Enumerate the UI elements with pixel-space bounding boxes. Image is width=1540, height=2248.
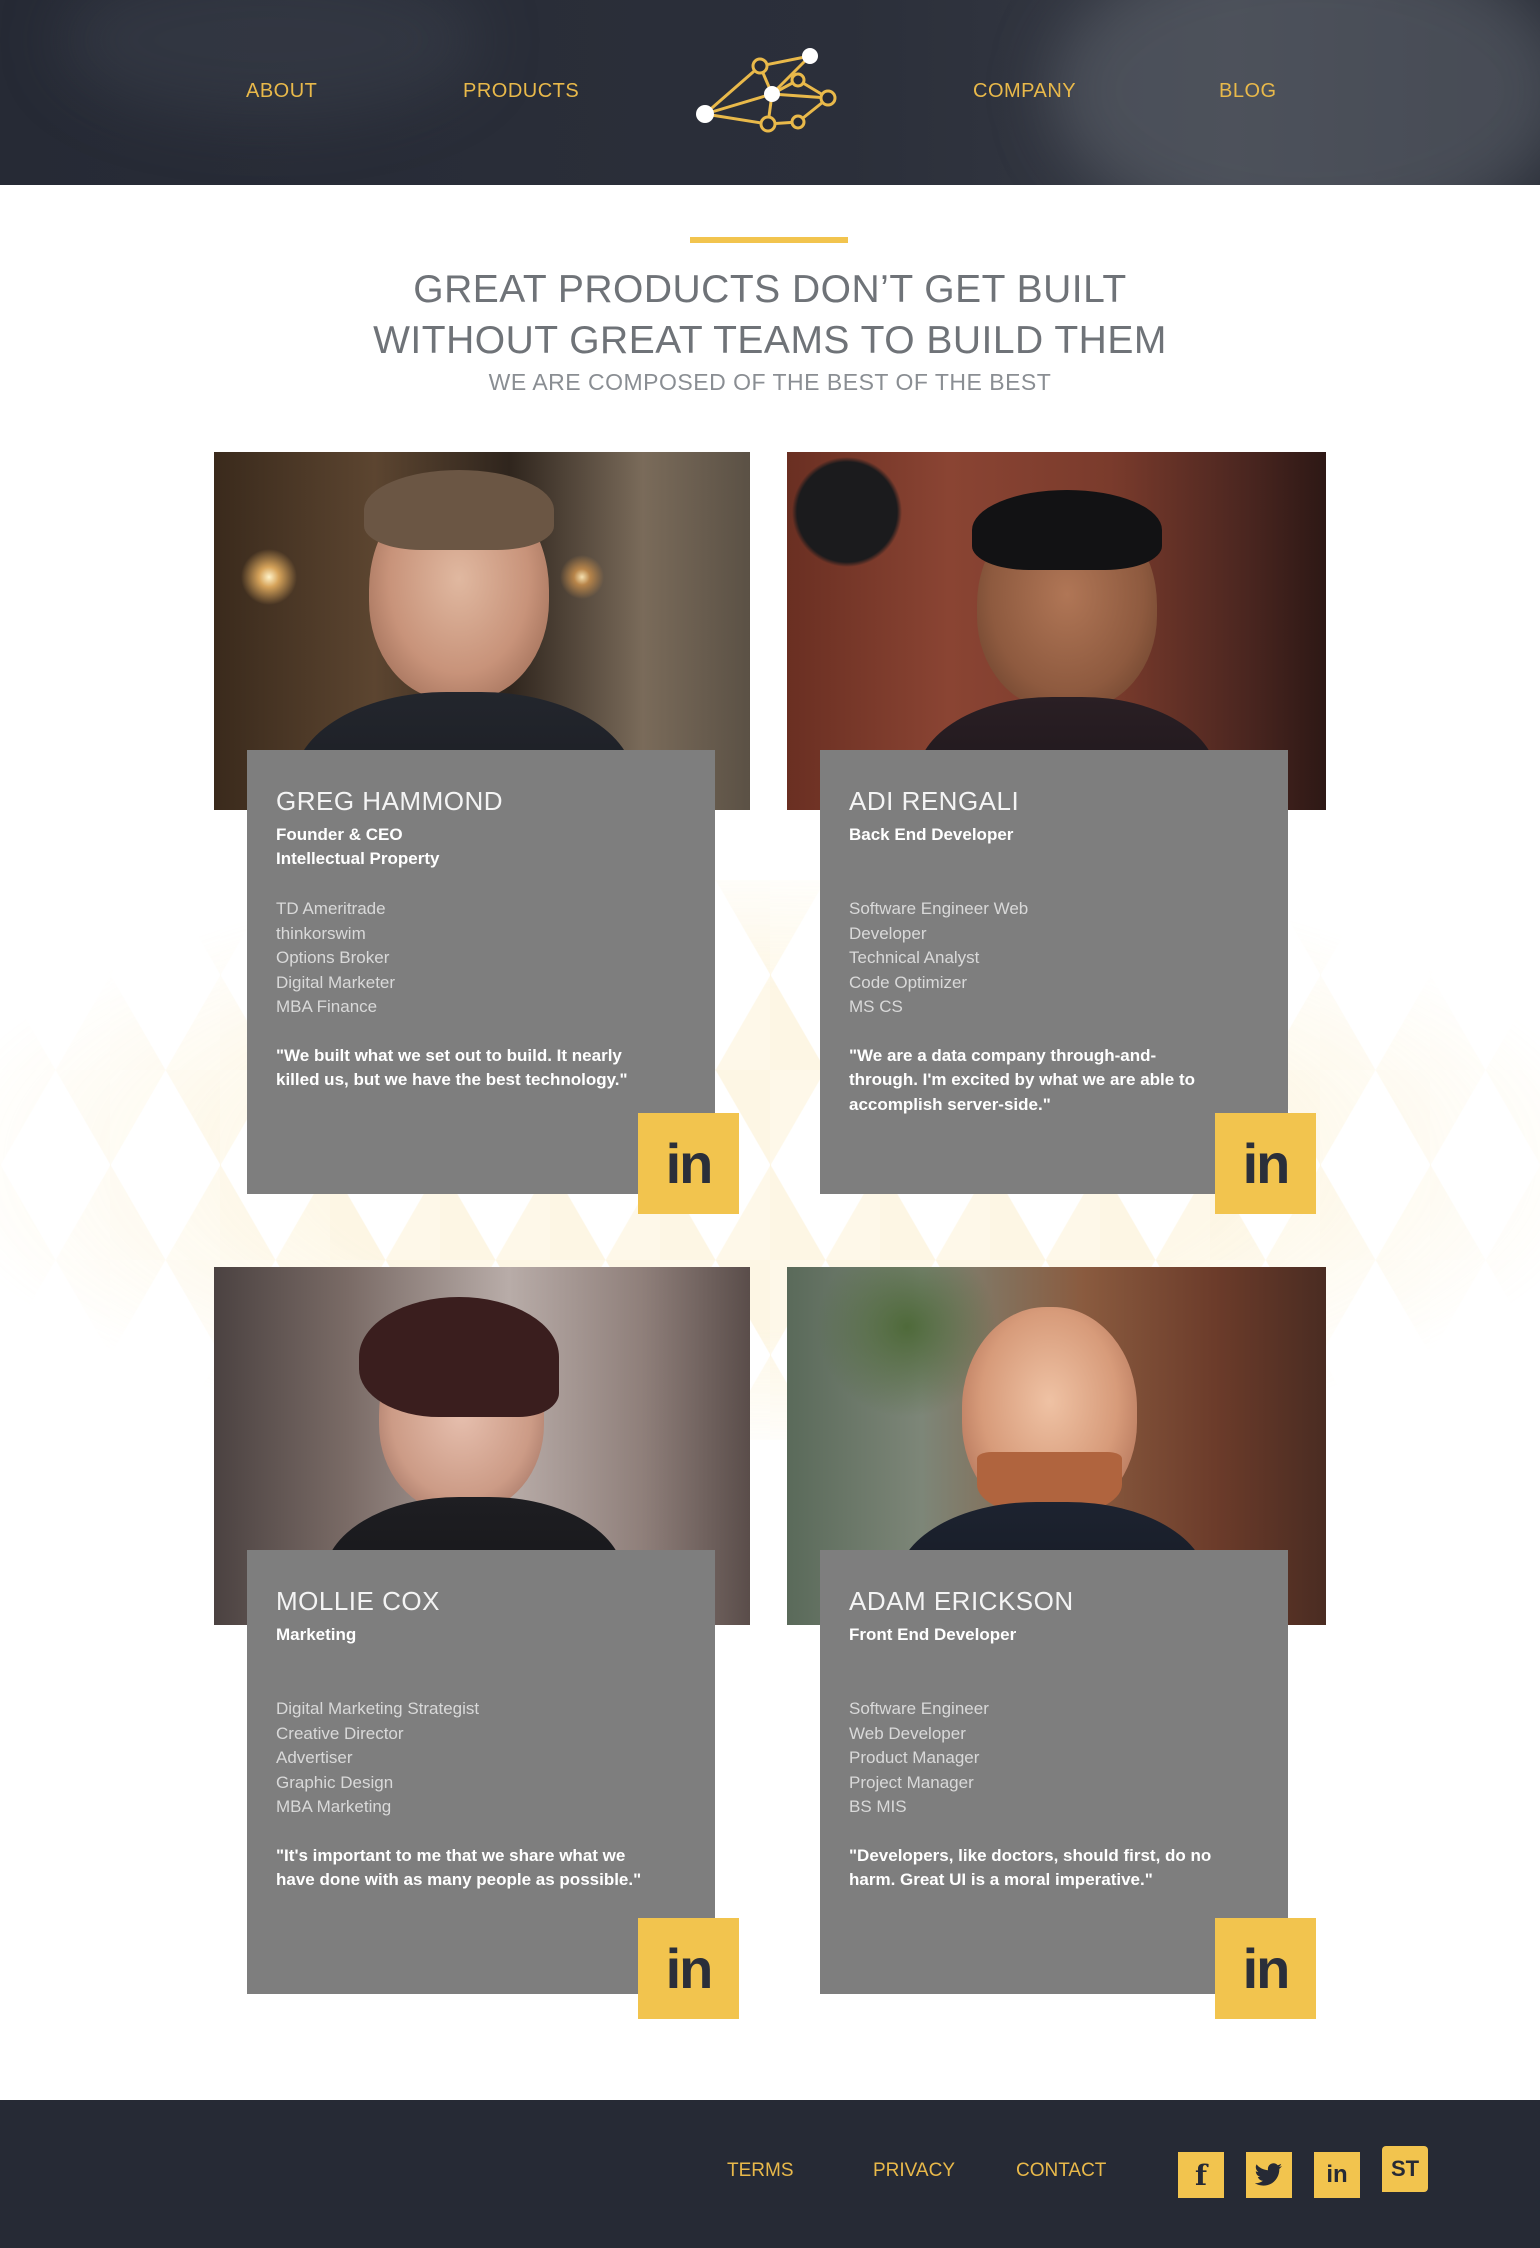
twitter-icon <box>1255 2163 1282 2186</box>
facebook-icon: f <box>1194 2158 1208 2192</box>
member-quote: "We are a data company through-and-throu… <box>849 1045 1196 1114</box>
linkedin-button-adi[interactable]: in <box>1215 1113 1316 1214</box>
site-footer: TERMS PRIVACY CONTACT f in ST <box>0 2100 1540 2248</box>
member-role: Intellectual Property <box>276 849 440 868</box>
member-role: Back End Developer <box>849 825 1014 844</box>
linkedin-icon: in <box>665 1937 714 2000</box>
credential-item: Options Broker <box>276 948 390 967</box>
member-role-spacer <box>849 1647 1260 1671</box>
accent-divider <box>690 237 848 243</box>
credential-item: MBA Marketing <box>276 1797 392 1816</box>
page-title: GREAT PRODUCTS DON’T GET BUILT WITHOUT G… <box>270 264 1270 366</box>
credential-item: Advertiser <box>276 1748 353 1767</box>
site-header: ABOUT PRODUCTS COMPANY BLOG <box>0 0 1540 185</box>
st-button[interactable]: ST <box>1382 2146 1428 2192</box>
title-line-2: WITHOUT GREAT TEAMS TO BUILD THEM <box>373 319 1167 362</box>
nav-products[interactable]: PRODUCTS <box>463 80 579 103</box>
credential-item: BS MIS <box>849 1797 907 1816</box>
linkedin-icon: in <box>1242 1132 1291 1195</box>
member-role: Marketing <box>276 1625 357 1644</box>
linkedin-button-mollie[interactable]: in <box>638 1918 739 2019</box>
linkedin-button-adam[interactable]: in <box>1215 1918 1316 2019</box>
member-quote: "It's important to me that we share what… <box>276 1845 642 1890</box>
credential-item: Web Developer <box>849 1723 966 1743</box>
member-quote: "We built what we set out to build. It n… <box>276 1045 628 1090</box>
credential-item: thinkorswim <box>276 923 366 943</box>
credential-item: MS CS <box>849 997 903 1016</box>
member-credentials: Software Engineer Web Developer Technica… <box>849 897 1260 1020</box>
member-role-spacer <box>276 1647 687 1671</box>
credential-item: Digital Marketer <box>276 972 396 992</box>
member-role: Founder & CEO <box>276 825 403 844</box>
nav-company[interactable]: COMPANY <box>973 80 1076 103</box>
network-logo-icon[interactable] <box>690 42 850 142</box>
member-name: ADI RENGALI <box>849 786 1020 816</box>
member-role-spacer <box>849 847 1260 871</box>
nav-about[interactable]: ABOUT <box>246 80 317 103</box>
footer-terms-link[interactable]: TERMS <box>727 2160 794 2182</box>
linkedin-footer-button[interactable]: in <box>1314 2152 1360 2198</box>
speech-bubble-st-icon: ST <box>1390 2156 1420 2181</box>
member-name: MOLLIE COX <box>276 1586 440 1616</box>
footer-privacy-link[interactable]: PRIVACY <box>873 2160 955 2182</box>
credential-item: MBA Finance <box>276 997 378 1016</box>
title-line-1: GREAT PRODUCTS DON’T GET BUILT <box>413 268 1127 311</box>
member-credentials: TD Ameritrade thinkorswim Options Broker… <box>276 897 687 1020</box>
twitter-button[interactable] <box>1246 2152 1292 2198</box>
credential-item: Technical Analyst <box>849 948 980 967</box>
credential-item: TD Ameritrade <box>276 899 386 918</box>
nav-blog[interactable]: BLOG <box>1219 80 1277 103</box>
linkedin-icon: in <box>1242 1937 1291 2000</box>
linkedin-icon: in <box>1326 2161 1348 2188</box>
facebook-button[interactable]: f <box>1178 2152 1224 2198</box>
credential-item: Software Engineer <box>849 1699 989 1718</box>
credential-item: Project Manager <box>849 1772 974 1792</box>
credential-item: Code Optimizer <box>849 972 968 992</box>
member-credentials: Software Engineer Web Developer Product … <box>849 1697 1260 1820</box>
credential-item: Creative Director <box>276 1723 404 1743</box>
header-background-shade <box>1050 0 1540 185</box>
credential-item: Product Manager <box>849 1748 980 1767</box>
member-quote: "Developers, like doctors, should first,… <box>849 1845 1212 1890</box>
credential-item: Graphic Design <box>276 1772 394 1792</box>
member-name: ADAM ERICKSON <box>849 1586 1074 1616</box>
credential-item: Developer <box>849 923 927 943</box>
member-credentials: Digital Marketing Strategist Creative Di… <box>276 1697 687 1820</box>
member-role: Front End Developer <box>849 1625 1017 1644</box>
page-subtitle: WE ARE COMPOSED OF THE BEST OF THE BEST <box>488 369 1052 395</box>
footer-contact-link[interactable]: CONTACT <box>1016 2160 1106 2182</box>
credential-item: Software Engineer Web <box>849 899 1029 918</box>
credential-item: Digital Marketing Strategist <box>276 1699 480 1718</box>
linkedin-icon: in <box>665 1132 714 1195</box>
member-name: GREG HAMMOND <box>276 786 503 816</box>
linkedin-button-greg[interactable]: in <box>638 1113 739 1214</box>
